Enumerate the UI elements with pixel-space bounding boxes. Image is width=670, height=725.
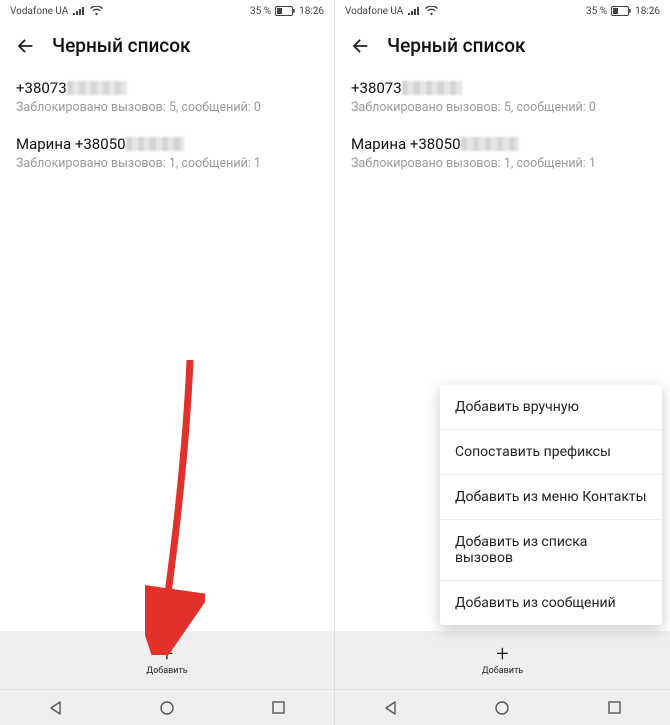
entry-stats: Заблокировано вызовов: 5, сообщений: 0	[16, 100, 318, 115]
back-icon[interactable]	[349, 35, 371, 57]
popup-option-calllog[interactable]: Добавить из списка вызовов	[440, 520, 662, 581]
list-item[interactable]: +38073 Заблокировано вызовов: 5, сообщен…	[0, 69, 334, 125]
entry-stats: Заблокировано вызовов: 1, сообщений: 1	[351, 156, 654, 171]
list-item[interactable]: +38073 Заблокировано вызовов: 5, сообщен…	[335, 69, 670, 125]
blurred-text	[402, 81, 462, 95]
list-item[interactable]: Марина +38050 Заблокировано вызовов: 1, …	[335, 125, 670, 181]
nav-recent-icon[interactable]	[258, 700, 298, 715]
entry-stats: Заблокировано вызовов: 1, сообщений: 1	[16, 156, 318, 171]
clock: 18:26	[299, 6, 324, 17]
signal-icon	[408, 7, 420, 16]
battery-percent: 35 %	[250, 6, 271, 17]
wifi-icon	[425, 6, 438, 16]
page-title: Черный список	[387, 34, 526, 57]
status-bar: Vodafone UA 35 % 18:26	[335, 0, 670, 20]
add-label: Добавить	[146, 666, 187, 676]
header: Черный список	[0, 20, 334, 69]
nav-bar	[335, 689, 670, 725]
nav-recent-icon[interactable]	[594, 700, 634, 715]
nav-home-icon[interactable]	[147, 700, 187, 716]
popup-option-manual[interactable]: Добавить вручную	[440, 385, 662, 430]
header: Черный список	[335, 20, 670, 69]
popup-option-prefix[interactable]: Сопоставить префиксы	[440, 430, 662, 475]
entry-number: Марина +38050	[351, 135, 461, 153]
add-label: Добавить	[482, 666, 523, 676]
add-button[interactable]: + Добавить	[335, 631, 670, 689]
nav-home-icon[interactable]	[482, 700, 522, 716]
clock: 18:26	[635, 6, 660, 17]
entry-number: +38073	[16, 79, 67, 97]
popup-option-messages[interactable]: Добавить из сообщений	[440, 581, 662, 625]
popup-option-contacts[interactable]: Добавить из меню Контакты	[440, 475, 662, 520]
carrier-label: Vodafone UA	[345, 6, 403, 17]
list-item[interactable]: Марина +38050 Заблокировано вызовов: 1, …	[0, 125, 334, 181]
back-icon[interactable]	[14, 35, 36, 57]
plus-icon: +	[161, 645, 173, 665]
wifi-icon	[90, 6, 103, 16]
battery-percent: 35 %	[586, 6, 607, 17]
page-title: Черный список	[52, 34, 191, 57]
nav-back-icon[interactable]	[36, 700, 76, 716]
blurred-text	[461, 137, 519, 151]
screen-left: Vodafone UA 35 % 18:26 Черный список	[0, 0, 335, 725]
battery-icon	[611, 6, 631, 16]
signal-icon	[73, 7, 85, 16]
add-popup-menu: Добавить вручную Сопоставить префиксы До…	[440, 385, 662, 625]
plus-icon: +	[496, 645, 508, 665]
battery-icon	[275, 6, 295, 16]
entry-stats: Заблокировано вызовов: 5, сообщений: 0	[351, 100, 654, 115]
blurred-text	[67, 81, 127, 95]
entry-number: Марина +38050	[16, 135, 126, 153]
blocklist: +38073 Заблокировано вызовов: 5, сообщен…	[0, 69, 334, 631]
nav-back-icon[interactable]	[371, 700, 411, 716]
carrier-label: Vodafone UA	[10, 6, 68, 17]
entry-number: +38073	[351, 79, 402, 97]
nav-bar	[0, 689, 334, 725]
screen-right: Vodafone UA 35 % 18:26 Черный список	[335, 0, 670, 725]
add-button[interactable]: + Добавить	[0, 631, 334, 689]
blurred-text	[126, 137, 184, 151]
status-bar: Vodafone UA 35 % 18:26	[0, 0, 334, 20]
